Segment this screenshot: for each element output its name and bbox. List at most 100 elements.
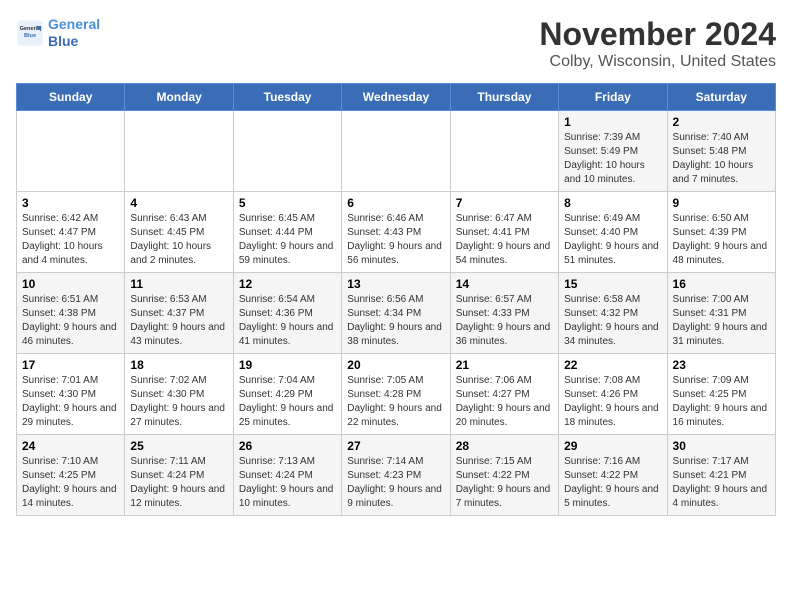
calendar-cell: 9 Sunrise: 6:50 AM Sunset: 4:39 PM Daylig… — [667, 192, 775, 273]
day-header-tuesday: Tuesday — [233, 84, 341, 111]
day-number: 9 — [673, 196, 770, 210]
day-number: 17 — [22, 358, 119, 372]
day-number: 12 — [239, 277, 336, 291]
logo-text: General Blue — [48, 16, 100, 50]
calendar-cell: 12 Sunrise: 6:54 AM Sunset: 4:36 PM Dayli… — [233, 273, 341, 354]
day-number: 20 — [347, 358, 444, 372]
day-header-thursday: Thursday — [450, 84, 558, 111]
day-number: 16 — [673, 277, 770, 291]
day-number: 1 — [564, 115, 661, 129]
day-number: 19 — [239, 358, 336, 372]
day-number: 8 — [564, 196, 661, 210]
day-info: Sunrise: 6:46 AM Sunset: 4:43 PM Dayligh… — [347, 212, 444, 268]
day-info: Sunrise: 7:39 AM Sunset: 5:49 PM Dayligh… — [564, 131, 661, 187]
day-number: 25 — [130, 439, 227, 453]
calendar-cell — [342, 111, 450, 192]
calendar-cell: 29Sunrise: 7:16 AM Sunset: 4:22 PM Dayli… — [559, 435, 667, 516]
day-info: Sunrise: 6:54 AM Sunset: 4:36 PM Dayligh… — [239, 293, 336, 349]
day-number: 30 — [673, 439, 770, 453]
day-number: 7 — [456, 196, 553, 210]
day-info: Sunrise: 7:16 AM Sunset: 4:22 PM Dayligh… — [564, 455, 661, 511]
day-info: Sunrise: 7:14 AM Sunset: 4:23 PM Dayligh… — [347, 455, 444, 511]
calendar-cell: 15Sunrise: 6:58 AM Sunset: 4:32 PM Dayli… — [559, 273, 667, 354]
calendar-cell — [450, 111, 558, 192]
calendar-cell: 18 Sunrise: 7:02 AM Sunset: 4:30 PM Dayli… — [125, 354, 233, 435]
calendar-cell: 27 Sunrise: 7:14 AM Sunset: 4:23 PM Dayli… — [342, 435, 450, 516]
day-info: Sunrise: 6:56 AM Sunset: 4:34 PM Dayligh… — [347, 293, 444, 349]
calendar-cell — [17, 111, 125, 192]
logo: General Blue General Blue — [16, 16, 100, 50]
page-title: November 2024 — [539, 16, 776, 53]
day-number: 28 — [456, 439, 553, 453]
day-info: Sunrise: 6:50 AM Sunset: 4:39 PM Dayligh… — [673, 212, 770, 268]
day-number: 10 — [22, 277, 119, 291]
calendar-cell: 6 Sunrise: 6:46 AM Sunset: 4:43 PM Daylig… — [342, 192, 450, 273]
day-number: 21 — [456, 358, 553, 372]
calendar-cell: 30 Sunrise: 7:17 AM Sunset: 4:21 PM Dayli… — [667, 435, 775, 516]
day-info: Sunrise: 7:17 AM Sunset: 4:21 PM Dayligh… — [673, 455, 770, 511]
day-number: 3 — [22, 196, 119, 210]
day-info: Sunrise: 6:47 AM Sunset: 4:41 PM Dayligh… — [456, 212, 553, 268]
calendar-cell: 2Sunrise: 7:40 AM Sunset: 5:48 PM Daylig… — [667, 111, 775, 192]
calendar-cell: 4Sunrise: 6:43 AM Sunset: 4:45 PM Daylig… — [125, 192, 233, 273]
day-info: Sunrise: 6:42 AM Sunset: 4:47 PM Dayligh… — [22, 212, 119, 268]
calendar-cell: 26 Sunrise: 7:13 AM Sunset: 4:24 PM Dayli… — [233, 435, 341, 516]
calendar-cell: 19 Sunrise: 7:04 AM Sunset: 4:29 PM Dayli… — [233, 354, 341, 435]
day-number: 23 — [673, 358, 770, 372]
day-header-wednesday: Wednesday — [342, 84, 450, 111]
day-info: Sunrise: 6:49 AM Sunset: 4:40 PM Dayligh… — [564, 212, 661, 268]
calendar-cell: 24Sunrise: 7:10 AM Sunset: 4:25 PM Dayli… — [17, 435, 125, 516]
title-area: November 2024 Colby, Wisconsin, United S… — [539, 16, 776, 71]
calendar-cell: 25 Sunrise: 7:11 AM Sunset: 4:24 PM Dayli… — [125, 435, 233, 516]
calendar-cell: 28 Sunrise: 7:15 AM Sunset: 4:22 PM Dayli… — [450, 435, 558, 516]
day-info: Sunrise: 7:04 AM Sunset: 4:29 PM Dayligh… — [239, 374, 336, 430]
calendar-cell — [233, 111, 341, 192]
day-header-friday: Friday — [559, 84, 667, 111]
svg-text:Blue: Blue — [24, 33, 36, 39]
day-number: 22 — [564, 358, 661, 372]
day-header-monday: Monday — [125, 84, 233, 111]
calendar-cell: 10 Sunrise: 6:51 AM Sunset: 4:38 PM Dayli… — [17, 273, 125, 354]
logo-icon: General Blue — [16, 19, 44, 47]
calendar-table: SundayMondayTuesdayWednesdayThursdayFrid… — [16, 83, 776, 516]
day-info: Sunrise: 7:10 AM Sunset: 4:25 PM Dayligh… — [22, 455, 119, 511]
day-info: Sunrise: 7:01 AM Sunset: 4:30 PM Dayligh… — [22, 374, 119, 430]
calendar-cell: 23 Sunrise: 7:09 AM Sunset: 4:25 PM Dayli… — [667, 354, 775, 435]
day-number: 18 — [130, 358, 227, 372]
day-info: Sunrise: 7:15 AM Sunset: 4:22 PM Dayligh… — [456, 455, 553, 511]
day-info: Sunrise: 6:58 AM Sunset: 4:32 PM Dayligh… — [564, 293, 661, 349]
day-number: 27 — [347, 439, 444, 453]
calendar-cell: 1 Sunrise: 7:39 AM Sunset: 5:49 PM Daylig… — [559, 111, 667, 192]
page-subtitle: Colby, Wisconsin, United States — [539, 53, 776, 71]
calendar-cell: 13 Sunrise: 6:56 AM Sunset: 4:34 PM Dayli… — [342, 273, 450, 354]
day-number: 14 — [456, 277, 553, 291]
day-info: Sunrise: 7:11 AM Sunset: 4:24 PM Dayligh… — [130, 455, 227, 511]
day-number: 5 — [239, 196, 336, 210]
day-number: 4 — [130, 196, 227, 210]
calendar-cell: 5 Sunrise: 6:45 AM Sunset: 4:44 PM Daylig… — [233, 192, 341, 273]
day-info: Sunrise: 7:06 AM Sunset: 4:27 PM Dayligh… — [456, 374, 553, 430]
day-info: Sunrise: 7:00 AM Sunset: 4:31 PM Dayligh… — [673, 293, 770, 349]
day-info: Sunrise: 6:53 AM Sunset: 4:37 PM Dayligh… — [130, 293, 227, 349]
day-info: Sunrise: 7:09 AM Sunset: 4:25 PM Dayligh… — [673, 374, 770, 430]
day-info: Sunrise: 6:45 AM Sunset: 4:44 PM Dayligh… — [239, 212, 336, 268]
calendar-cell: 22Sunrise: 7:08 AM Sunset: 4:26 PM Dayli… — [559, 354, 667, 435]
calendar-cell: 14 Sunrise: 6:57 AM Sunset: 4:33 PM Dayli… — [450, 273, 558, 354]
calendar-cell — [125, 111, 233, 192]
day-info: Sunrise: 6:51 AM Sunset: 4:38 PM Dayligh… — [22, 293, 119, 349]
day-number: 2 — [673, 115, 770, 129]
calendar-cell: 21 Sunrise: 7:06 AM Sunset: 4:27 PM Dayli… — [450, 354, 558, 435]
day-info: Sunrise: 7:13 AM Sunset: 4:24 PM Dayligh… — [239, 455, 336, 511]
calendar-cell: 20 Sunrise: 7:05 AM Sunset: 4:28 PM Dayli… — [342, 354, 450, 435]
day-number: 26 — [239, 439, 336, 453]
day-header-saturday: Saturday — [667, 84, 775, 111]
day-header-sunday: Sunday — [17, 84, 125, 111]
day-number: 13 — [347, 277, 444, 291]
day-info: Sunrise: 6:57 AM Sunset: 4:33 PM Dayligh… — [456, 293, 553, 349]
day-number: 6 — [347, 196, 444, 210]
calendar-cell: 16 Sunrise: 7:00 AM Sunset: 4:31 PM Dayli… — [667, 273, 775, 354]
day-info: Sunrise: 7:05 AM Sunset: 4:28 PM Dayligh… — [347, 374, 444, 430]
calendar-cell: 7 Sunrise: 6:47 AM Sunset: 4:41 PM Daylig… — [450, 192, 558, 273]
day-info: Sunrise: 7:02 AM Sunset: 4:30 PM Dayligh… — [130, 374, 227, 430]
header: General Blue General Blue November 2024 … — [16, 16, 776, 71]
